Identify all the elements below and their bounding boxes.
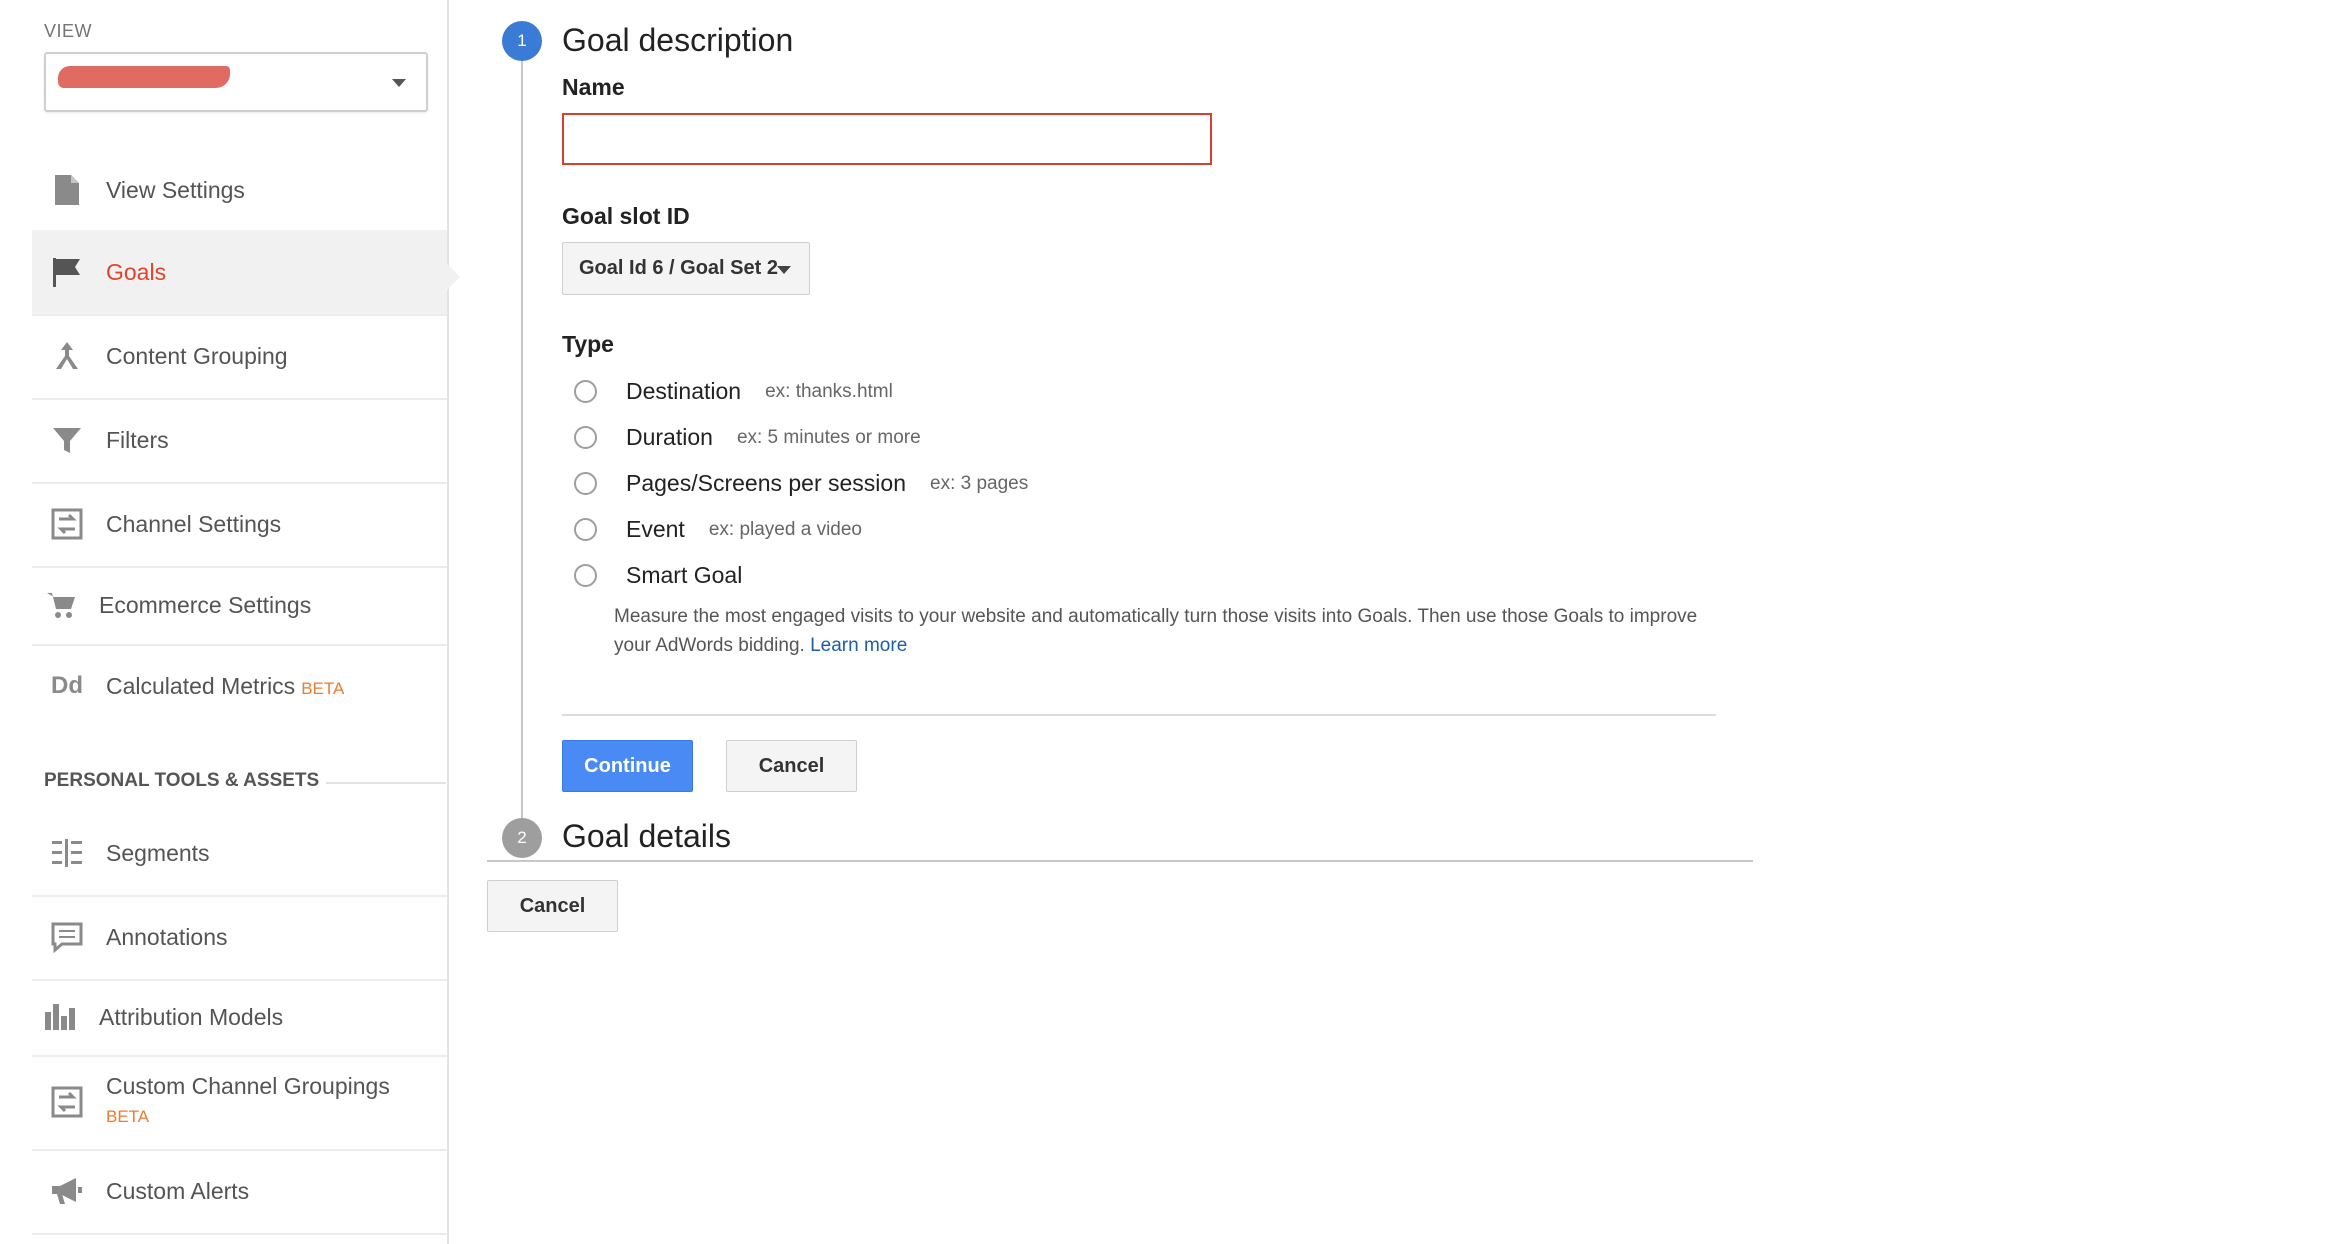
goal-slot-select[interactable]: Goal Id 6 / Goal Set 2 [562,242,810,295]
nav-item-calculated-metrics[interactable]: Dd Calculated Metrics BETA [32,644,447,728]
continue-button[interactable]: Continue [562,740,693,792]
goal-slot-value: Goal Id 6 / Goal Set 2 [579,257,778,279]
annotation-icon [50,920,84,954]
nav-item-custom-channel-groupings[interactable]: Custom Channel Groupings BETA [32,1055,447,1151]
nav-item-filters[interactable]: Filters [32,398,447,484]
nav-item-annotations[interactable]: Annotations [32,895,447,981]
type-option-label: Duration [626,424,713,450]
nav-item-label: Attribution Models [99,1003,284,1030]
goal-slot-label: Goal slot ID [562,203,690,229]
chevron-down-icon [392,79,406,87]
grouping-icon [50,339,84,373]
learn-more-link[interactable]: Learn more [810,635,907,656]
bottom-cancel-button[interactable]: Cancel [487,880,618,932]
type-option-example: ex: thanks.html [765,380,893,402]
radio-button[interactable] [574,564,597,587]
type-option-destination[interactable]: Destination ex: thanks.html [574,378,893,405]
section-heading: PERSONAL TOOLS & ASSETS [44,770,320,791]
step-title-goal-details: Goal details [562,818,731,854]
nav-item-attribution-models[interactable]: Attribution Models [32,979,447,1057]
radio-button[interactable] [574,472,597,495]
radio-button[interactable] [574,426,597,449]
nav-item-label: Content Grouping [106,342,288,369]
type-option-event[interactable]: Event ex: played a video [574,516,862,543]
channel-icon [50,507,84,541]
nav-item-ecommerce-settings[interactable]: Ecommerce Settings [32,566,447,646]
beta-badge: BETA [301,678,345,698]
radio-button[interactable] [574,518,597,541]
type-option-label: Event [626,516,685,542]
document-icon [50,173,84,207]
type-option-label: Destination [626,378,742,404]
type-option-pages-per-session[interactable]: Pages/Screens per session ex: 3 pages [574,470,1028,497]
step-title-goal-description: Goal description [562,22,794,58]
channel-icon [50,1085,84,1119]
type-option-label: Smart Goal [626,562,743,588]
name-label: Name [562,74,625,100]
chevron-down-icon [777,266,791,274]
nav-item-label: Filters [106,426,169,453]
type-option-smart-goal[interactable]: Smart Goal [574,562,742,589]
nav-item-label: Channel Settings [106,510,282,537]
bar-chart-icon [44,1000,78,1034]
nav-item-label: Custom Alerts [106,1177,250,1204]
step-connector [521,60,523,820]
view-label: VIEW [44,21,93,41]
nav-item-segments[interactable]: Segments [32,811,447,897]
nav-item-label: View Settings [106,176,245,203]
beta-badge: BETA [106,1107,150,1126]
nav-item-goals[interactable]: Goals [32,230,447,316]
flag-icon [50,255,84,289]
nav-item-content-grouping[interactable]: Content Grouping [32,314,447,400]
section-divider [487,860,1753,862]
cart-icon [44,588,78,622]
nav-item-label: Calculated Metrics BETA [106,672,345,699]
radio-button[interactable] [574,380,597,403]
sidebar: VIEW View Settings Goals Content Groupin… [0,0,449,1244]
nav-item-custom-alerts[interactable]: Custom Alerts [32,1149,447,1235]
nav-item-label: Segments [106,839,210,866]
segments-icon [50,836,84,870]
filter-icon [50,423,84,457]
goal-name-input[interactable] [562,113,1212,165]
type-option-example: ex: 5 minutes or more [736,426,921,448]
nav-item-label: Ecommerce Settings [99,591,312,618]
dd-icon: Dd [51,672,83,699]
view-select[interactable] [44,52,428,112]
nav-item-view-settings[interactable]: View Settings [32,150,447,232]
type-option-label: Pages/Screens per session [626,470,906,496]
nav-item-label: Custom Channel Groupings [106,1073,390,1099]
nav-item-label: Goals [106,258,167,285]
smart-goal-description: Measure the most engaged visits to your … [614,606,1698,656]
redacted-view-name [58,66,230,88]
goal-setup-panel: 1 Goal description Name Goal slot ID Goa… [449,0,2326,1244]
megaphone-icon [50,1174,84,1208]
type-label: Type [562,331,614,357]
nav-item-label: Annotations [106,923,228,950]
nav-item-channel-settings[interactable]: Channel Settings [32,482,447,568]
cancel-button[interactable]: Cancel [726,740,857,792]
step-number-2: 2 [502,818,542,858]
form-divider [562,714,1716,716]
type-option-example: ex: 3 pages [930,472,1029,494]
type-option-duration[interactable]: Duration ex: 5 minutes or more [574,424,921,451]
section-divider [326,782,446,784]
step-number-1: 1 [502,21,542,61]
type-option-example: ex: played a video [708,518,862,540]
